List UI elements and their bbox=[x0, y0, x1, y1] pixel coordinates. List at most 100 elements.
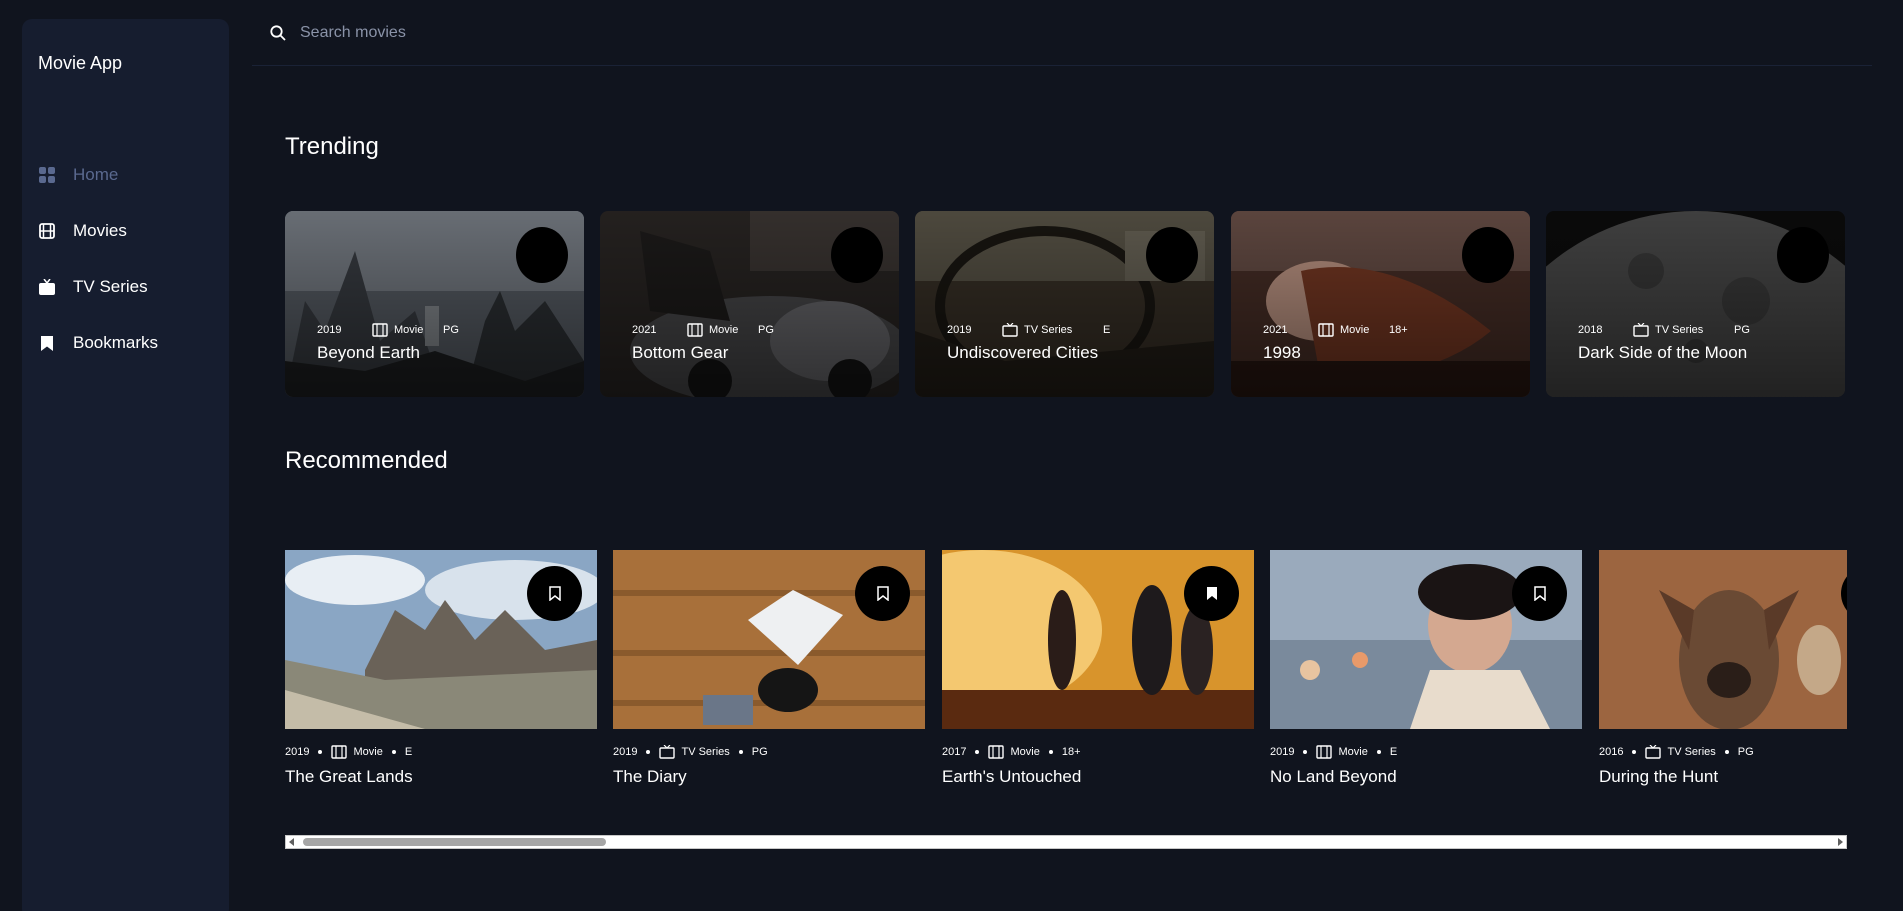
bookmark-button[interactable] bbox=[1462, 227, 1514, 283]
horizontal-scrollbar[interactable] bbox=[285, 835, 1847, 849]
sidebar-nav: Home Movies TV Series Bookmarks bbox=[38, 147, 158, 371]
bookmark-empty-icon bbox=[1533, 586, 1546, 601]
bookmark-button[interactable] bbox=[831, 227, 883, 283]
media-title: No Land Beyond bbox=[1270, 767, 1397, 786]
rating: PG bbox=[1737, 746, 1754, 758]
tv-series-icon bbox=[1002, 323, 1018, 337]
separator-dot bbox=[1303, 750, 1308, 754]
category: Movie bbox=[1010, 746, 1040, 758]
media-title: Undiscovered Cities bbox=[947, 343, 1099, 362]
recommended-card[interactable]: 2019 Movie E The Great Lands bbox=[285, 550, 597, 787]
thumbnail bbox=[942, 550, 1254, 729]
search-bar bbox=[252, 0, 1872, 66]
bookmark-full-icon bbox=[1206, 587, 1217, 600]
media-title: The Great Lands bbox=[285, 767, 413, 786]
category: Movie bbox=[394, 324, 424, 336]
movie-icon bbox=[331, 745, 348, 759]
scrollbar-thumb[interactable] bbox=[303, 838, 606, 846]
category: TV Series bbox=[1667, 746, 1716, 758]
separator-dot bbox=[646, 750, 651, 754]
separator-dot bbox=[1632, 750, 1637, 754]
app-logo[interactable]: Movie App bbox=[38, 53, 122, 74]
trending-card[interactable]: 2021 Movie 18+ 1998 bbox=[1231, 211, 1530, 397]
grid-icon bbox=[38, 166, 56, 184]
sidebar-item-movies[interactable]: Movies bbox=[38, 203, 158, 259]
media-title: 1998 bbox=[1263, 343, 1301, 362]
movie-icon bbox=[1316, 745, 1333, 759]
bookmark-empty-icon bbox=[548, 586, 561, 601]
movie-icon bbox=[988, 745, 1005, 759]
search-icon bbox=[252, 24, 304, 41]
rating: PG bbox=[758, 324, 774, 336]
year: 2019 bbox=[285, 746, 310, 758]
rating: PG bbox=[751, 746, 768, 758]
year: 2017 bbox=[942, 746, 967, 758]
bookmark-button[interactable] bbox=[1184, 566, 1239, 621]
recommended-carousel[interactable]: 2019 Movie E The Great Lands 2019 TV Ser… bbox=[285, 550, 1847, 790]
media-title: Dark Side of the Moon bbox=[1578, 343, 1748, 362]
sidebar: Movie App Home Movies TV Series Bookmark… bbox=[22, 19, 229, 911]
bookmark-button[interactable] bbox=[516, 227, 568, 283]
trending-card[interactable]: 2021 Movie PG Bottom Gear bbox=[600, 211, 899, 397]
tv-icon bbox=[38, 278, 56, 296]
bookmark-button[interactable] bbox=[527, 566, 582, 621]
media-meta: 2019 Movie E bbox=[1270, 745, 1582, 759]
scroll-left-arrow-icon[interactable] bbox=[289, 838, 294, 846]
media-title: The Diary bbox=[613, 767, 687, 786]
film-icon bbox=[38, 222, 56, 240]
category: TV Series bbox=[1024, 324, 1073, 336]
rating: E bbox=[1389, 746, 1398, 758]
scroll-right-arrow-icon[interactable] bbox=[1838, 838, 1843, 846]
media-meta: 2018 TV Series PG bbox=[1578, 323, 1750, 337]
bookmark-button[interactable] bbox=[1777, 227, 1829, 283]
rating: E bbox=[1103, 324, 1111, 336]
trending-card[interactable]: 2019 TV Series E Undiscovered Cities bbox=[915, 211, 1214, 397]
sidebar-item-bookmarks[interactable]: Bookmarks bbox=[38, 315, 158, 371]
recommended-card[interactable]: 2019 Movie E No Land Beyond bbox=[1270, 550, 1582, 787]
sidebar-item-label: TV Series bbox=[73, 277, 148, 296]
category: Movie bbox=[1340, 324, 1370, 336]
bookmark-button[interactable] bbox=[1146, 227, 1198, 283]
sidebar-item-tv-series[interactable]: TV Series bbox=[38, 259, 158, 315]
rating: 18+ bbox=[1061, 746, 1081, 758]
media-meta: 2017 Movie 18+ bbox=[942, 745, 1254, 759]
year: 2021 bbox=[1263, 324, 1288, 336]
recommended-card[interactable]: 2016 TV Series PG During the Hunt bbox=[1599, 550, 1847, 787]
sidebar-item-label: Bookmarks bbox=[73, 333, 159, 352]
movie-icon bbox=[1318, 323, 1334, 337]
category: TV Series bbox=[681, 746, 730, 758]
year: 2016 bbox=[1599, 746, 1624, 758]
media-meta: 2019 TV Series E bbox=[947, 323, 1110, 337]
movie-icon bbox=[687, 323, 703, 337]
trending-card[interactable]: 2018 TV Series PG Dark Side of the Moon bbox=[1546, 211, 1845, 397]
bookmark-button[interactable] bbox=[855, 566, 910, 621]
sidebar-item-label: Home bbox=[73, 165, 119, 184]
bookmark-button[interactable] bbox=[1512, 566, 1567, 621]
recommended-heading: Recommended bbox=[285, 447, 448, 474]
media-meta: 2019 Movie PG bbox=[317, 323, 459, 337]
separator-dot bbox=[391, 750, 396, 754]
media-title: Earth's Untouched bbox=[942, 767, 1082, 786]
category: Movie bbox=[709, 324, 739, 336]
media-meta: 2021 Movie 18+ bbox=[1263, 323, 1408, 337]
search-input[interactable] bbox=[300, 23, 900, 42]
media-title: Bottom Gear bbox=[632, 343, 729, 362]
separator-dot bbox=[1376, 750, 1381, 754]
thumbnail-image bbox=[1599, 550, 1847, 729]
media-meta: 2021 Movie PG bbox=[632, 323, 774, 337]
recommended-card[interactable]: 2017 Movie 18+ Earth's Untouched bbox=[942, 550, 1254, 787]
bookmark-icon bbox=[38, 334, 56, 352]
thumbnail bbox=[285, 550, 597, 729]
rating: PG bbox=[1734, 324, 1750, 336]
thumbnail bbox=[1599, 550, 1847, 729]
rating: 18+ bbox=[1389, 324, 1408, 336]
category: Movie bbox=[1338, 746, 1368, 758]
separator-dot bbox=[1724, 750, 1729, 754]
recommended-card[interactable]: 2019 TV Series PG The Diary bbox=[613, 550, 925, 787]
trending-card[interactable]: 2019 Movie PG Beyond Earth bbox=[285, 211, 584, 397]
tv-series-icon bbox=[1633, 323, 1649, 337]
sidebar-item-home[interactable]: Home bbox=[38, 147, 158, 203]
rating: PG bbox=[443, 324, 459, 336]
trending-carousel[interactable]: 2019 Movie PG Beyond Earth 2021 Movie PG… bbox=[285, 211, 1847, 397]
year: 2019 bbox=[1270, 746, 1295, 758]
